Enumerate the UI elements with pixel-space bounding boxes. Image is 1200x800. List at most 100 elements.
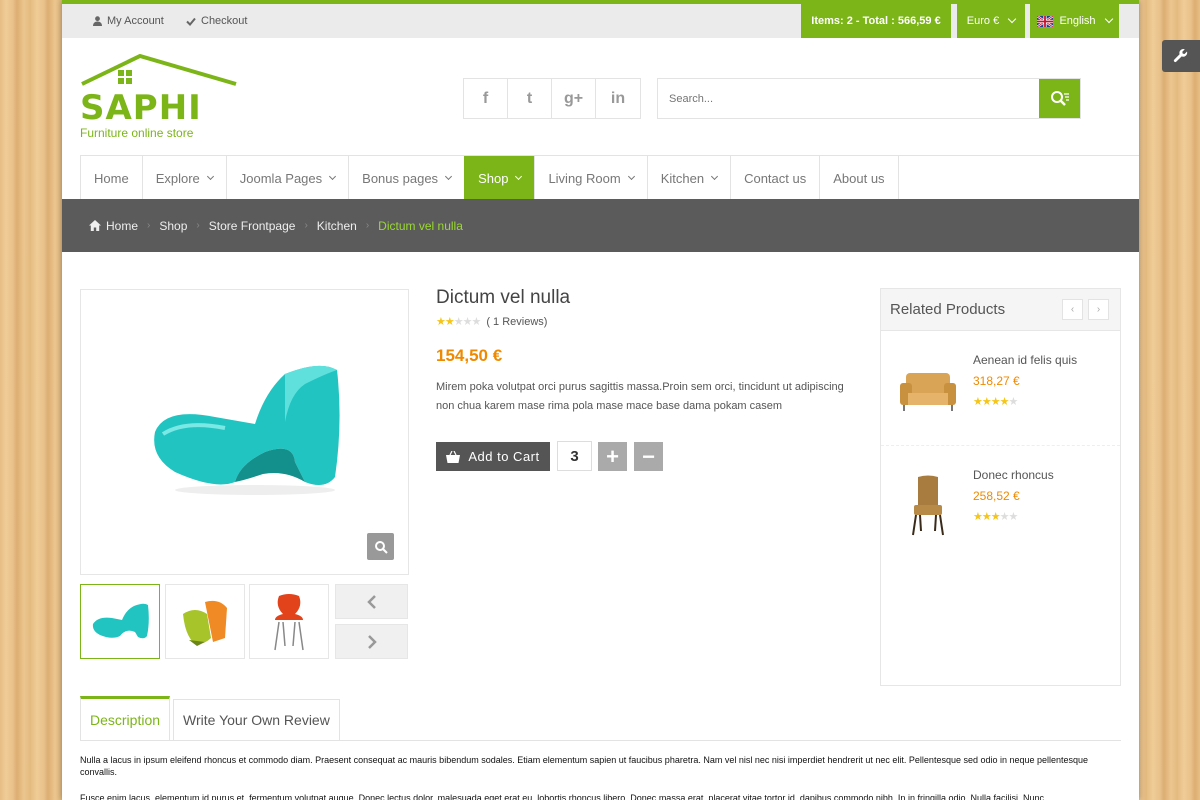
chevron-down-icon (515, 172, 523, 180)
my-account-label: My Account (107, 15, 164, 27)
main-nav: Home Explore Joomla Pages Bonus pages Sh… (80, 155, 1139, 200)
checkout-label: Checkout (201, 15, 248, 27)
quantity-plus-button[interactable]: + (598, 442, 627, 471)
nav-item-about-us[interactable]: About us (819, 156, 899, 200)
dining-chair-image (897, 475, 959, 536)
add-to-cart-button[interactable]: Add to Cart (436, 442, 550, 471)
armchair-image (897, 361, 959, 421)
breadcrumb-separator: › (196, 220, 200, 231)
breadcrumb: Home › Shop › Store Frontpage › Kitchen … (62, 199, 1139, 252)
cart-summary-button[interactable]: Items: 2 - Total : 566,59 € (801, 4, 951, 38)
product-thumbnail[interactable] (80, 584, 160, 659)
search-button[interactable] (1039, 79, 1080, 118)
logo-tagline: Furniture online store (80, 126, 194, 140)
product-thumbnail[interactable] (249, 584, 329, 659)
description-body: Nulla a lacus in ipsum eleifend rhoncus … (80, 754, 1123, 800)
nav-item-living-room[interactable]: Living Room (534, 156, 646, 200)
product-description: Mirem poka volutpat orci purus sagittis … (436, 381, 844, 412)
check-icon (186, 17, 196, 26)
product-title: Dictum vel nulla (436, 287, 571, 308)
nav-label: Home (94, 170, 129, 186)
product-tabs: Description Write Your Own Review (80, 696, 1121, 741)
related-next-button[interactable]: › (1088, 299, 1109, 320)
nav-item-contact-us[interactable]: Contact us (730, 156, 819, 200)
add-to-cart-label: Add to Cart (468, 449, 540, 464)
nav-label: Bonus pages (362, 170, 439, 186)
nav-label: Living Room (548, 170, 621, 186)
tab-write-review[interactable]: Write Your Own Review (173, 699, 340, 740)
nav-item-explore[interactable]: Explore (141, 156, 226, 200)
nav-item-joomla-pages[interactable]: Joomla Pages (225, 156, 348, 200)
language-label: English (1059, 15, 1096, 27)
uk-flag-icon (1037, 15, 1054, 27)
search-icon (1050, 90, 1069, 106)
currency-dropdown[interactable]: Euro € (957, 4, 1025, 38)
product-price: 154,50 € (436, 346, 503, 365)
chevron-right-icon (367, 634, 377, 649)
facebook-icon[interactable]: f (464, 79, 508, 118)
chevron-down-icon (445, 172, 453, 180)
zoom-button[interactable] (367, 533, 394, 560)
language-dropdown[interactable]: English (1030, 4, 1119, 38)
settings-wrench-button[interactable] (1162, 40, 1200, 72)
social-links: f t g+ in (463, 78, 641, 119)
basket-icon (446, 450, 461, 463)
related-prev-button[interactable]: ‹ (1062, 299, 1083, 320)
nav-label: Shop (478, 170, 509, 186)
google-plus-icon[interactable]: g+ (552, 79, 596, 118)
breadcrumb-store-frontpage[interactable]: Store Frontpage (209, 219, 296, 233)
thumbnail-prev-button[interactable] (335, 584, 408, 619)
chevron-down-icon (329, 172, 337, 180)
nav-label: Explore (155, 170, 200, 186)
product-thumbnail[interactable] (165, 584, 245, 659)
related-item[interactable]: Donec rhoncus 258,52 € ★★★★★ (881, 446, 1120, 561)
breadcrumb-separator: › (365, 220, 370, 231)
breadcrumb-separator: › (147, 220, 151, 231)
search-input[interactable] (658, 79, 1039, 118)
quantity-minus-button[interactable]: − (634, 442, 663, 471)
breadcrumb-shop[interactable]: Shop (159, 219, 187, 233)
related-products: Related Products ‹ › Aenean id felis qui… (880, 288, 1121, 686)
breadcrumb-kitchen[interactable]: Kitchen (317, 219, 357, 233)
related-item[interactable]: Aenean id felis quis 318,27 € ★★★★★ (881, 331, 1120, 446)
breadcrumb-current: Dictum vel nulla (378, 218, 463, 233)
related-item-name[interactable]: Aenean id felis quis (973, 353, 1077, 367)
reviews-link[interactable]: ( 1 Reviews) (486, 316, 547, 328)
nav-label: Joomla Pages (239, 170, 323, 186)
teal-lounge-chair-image (153, 365, 340, 495)
my-account-link[interactable]: My Account (93, 15, 164, 27)
chevron-down-icon (627, 172, 635, 180)
green-orange-chairs-thumbnail (183, 600, 227, 646)
home-icon (89, 220, 101, 231)
related-item-price: 318,27 € (973, 374, 1020, 388)
dining-chair-icon (912, 475, 944, 536)
description-paragraph: Nulla a lacus in ipsum eleifend rhoncus … (80, 755, 1089, 777)
checkout-link[interactable]: Checkout (186, 15, 247, 27)
related-header: Related Products ‹ › (881, 289, 1120, 331)
search-box (657, 78, 1081, 119)
breadcrumb-separator: › (304, 220, 308, 231)
product-main-image[interactable] (80, 289, 409, 575)
nav-item-home[interactable]: Home (80, 156, 142, 200)
user-icon (93, 16, 102, 26)
nav-item-shop[interactable]: Shop (464, 156, 535, 200)
description-paragraph: Fusce enim lacus, elementum id purus et,… (80, 793, 1044, 800)
nav-item-bonus-pages[interactable]: Bonus pages (348, 156, 464, 200)
rating-stars: ★★★★★ (973, 396, 1018, 408)
breadcrumb-home[interactable]: Home (106, 219, 138, 233)
chevron-down-icon (711, 172, 719, 180)
tab-description[interactable]: Description (80, 696, 171, 740)
thumbnail-next-button[interactable] (335, 624, 408, 659)
site-logo[interactable]: SAPHI Furniture online store (80, 54, 240, 144)
top-bar: My Account Checkout Items: 2 - Total : 5… (62, 0, 1139, 38)
linkedin-icon[interactable]: in (596, 79, 640, 118)
quantity-input[interactable]: 3 (557, 441, 592, 471)
related-item-name[interactable]: Donec rhoncus (973, 468, 1054, 482)
magnifier-icon (374, 540, 388, 554)
nav-label: About us (833, 170, 885, 186)
twitter-icon[interactable]: t (508, 79, 552, 118)
nav-label: Kitchen (660, 170, 705, 186)
nav-item-kitchen[interactable]: Kitchen (646, 156, 730, 200)
chevron-down-icon (1007, 14, 1017, 24)
related-item-price: 258,52 € (973, 489, 1020, 503)
